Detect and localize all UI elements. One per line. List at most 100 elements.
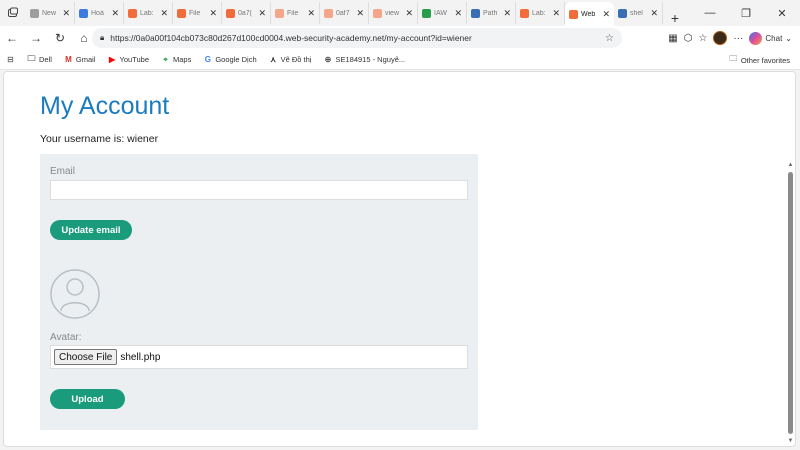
- close-tab-icon[interactable]: ✕: [356, 8, 364, 19]
- bookmark-label: YouTube: [119, 55, 149, 64]
- other-favorites-label: Other favorites: [740, 55, 790, 65]
- avatar-file-input[interactable]: Choose File shell.php: [50, 345, 468, 369]
- drive-icon: [422, 8, 431, 18]
- close-tab-icon[interactable]: ✕: [454, 8, 462, 19]
- scrollbar[interactable]: ▲ ▼: [786, 72, 795, 446]
- refresh-button[interactable]: ↻: [48, 26, 72, 50]
- browser-tab[interactable]: 0af7 ✕: [320, 2, 369, 24]
- url-text: https://0a0a00f104cb073c80d267d100cd0004…: [110, 33, 472, 43]
- bookmark-label: Gmail: [75, 55, 96, 64]
- tab-label: shel: [630, 9, 643, 17]
- collections-icon: ⊟: [7, 55, 14, 64]
- browser-tab[interactable]: view ✕: [369, 2, 418, 24]
- scroll-thumb[interactable]: [788, 172, 793, 434]
- refresh-icon: ↻: [54, 31, 66, 45]
- home-icon: ⌂: [80, 31, 88, 45]
- browser-tab[interactable]: Path ✕: [467, 2, 516, 24]
- browser-tab[interactable]: Lab: ✕: [516, 2, 565, 24]
- favorite-star-icon[interactable]: ☆: [605, 33, 614, 44]
- choose-file-button[interactable]: Choose File: [54, 349, 118, 365]
- folder-icon: 🗀: [729, 54, 738, 63]
- close-tab-icon[interactable]: ✕: [503, 8, 511, 19]
- tab-label: Lab:: [532, 9, 546, 17]
- close-tab-icon[interactable]: ✕: [602, 9, 610, 20]
- graph-icon: ⋏: [270, 55, 277, 64]
- close-tab-icon[interactable]: ✕: [650, 8, 658, 19]
- close-tab-icon[interactable]: ✕: [62, 8, 70, 19]
- restore-button[interactable]: ❐: [728, 0, 764, 26]
- page-title: My Account: [40, 92, 170, 120]
- browser-tab[interactable]: File ✕: [271, 2, 320, 24]
- forward-button[interactable]: →: [24, 26, 48, 50]
- upload-button[interactable]: Upload: [50, 389, 125, 409]
- portswigger-icon: [520, 8, 529, 18]
- browser-tab[interactable]: Lab: ✕: [124, 2, 173, 24]
- tab-actions-button[interactable]: [0, 0, 26, 26]
- page-icon: [30, 8, 39, 18]
- close-tab-icon[interactable]: ✕: [405, 8, 413, 19]
- sparkle-icon: [79, 8, 88, 18]
- close-tab-icon[interactable]: ✕: [160, 8, 168, 19]
- tab-label: Path: [483, 9, 498, 17]
- avatar-label: Avatar:: [50, 332, 82, 343]
- back-button[interactable]: ←: [0, 26, 24, 50]
- extensions-icon[interactable]: ⬡: [684, 33, 693, 44]
- username-text: Your username is: wiener: [40, 133, 159, 145]
- bookmark-item[interactable]: M Gmail: [64, 55, 96, 64]
- bookmark-item[interactable]: ⌖ Maps: [161, 55, 191, 65]
- portswigger-icon: [226, 8, 235, 18]
- bookmarks-bar: ⊟ 🗀 Dell M Gmail ▶ YouTube ⌖ Maps G Google Dịch ⋏ V…: [0, 50, 800, 70]
- more-menu-icon[interactable]: ···: [733, 33, 743, 44]
- browser-tab[interactable]: File ✕: [173, 2, 222, 24]
- page-viewport: My Account Your username is: wiener Emai…: [3, 71, 796, 447]
- browser-tab[interactable]: Web ✕: [565, 2, 614, 26]
- close-tab-icon[interactable]: ✕: [552, 8, 560, 19]
- tab-label: File: [287, 9, 299, 17]
- arrow-left-icon: ←: [6, 31, 18, 45]
- close-tab-icon[interactable]: ✕: [209, 8, 217, 19]
- browser-tab[interactable]: shel ✕: [614, 2, 663, 24]
- favorites-icon[interactable]: ☆: [698, 33, 707, 44]
- folder-icon: 🗀: [27, 53, 36, 63]
- copilot-chat-button[interactable]: Chat ⌄: [749, 31, 792, 45]
- bookmark-item[interactable]: G Google Dịch: [203, 55, 257, 64]
- new-tab-button[interactable]: +: [663, 10, 687, 26]
- browser-tab[interactable]: IAW ✕: [418, 2, 467, 24]
- bookmark-list: 🗀 Dell M Gmail ▶ YouTube ⌖ Maps G Google Dịch ⋏ Vẽ …: [27, 53, 417, 65]
- other-favorites[interactable]: 🗀 Other favorites: [729, 50, 790, 70]
- minimize-button[interactable]: —: [692, 0, 728, 26]
- scroll-down-arrow-icon[interactable]: ▼: [786, 436, 795, 446]
- portswigger-icon: [275, 8, 284, 18]
- translate-icon: G: [204, 55, 211, 64]
- window-controls: — ❐ ✕: [692, 0, 800, 26]
- chevron-down-icon: ⌄: [785, 33, 792, 43]
- close-window-button[interactable]: ✕: [764, 0, 800, 26]
- bookmark-item[interactable]: 🗀 Dell: [27, 53, 52, 65]
- bookmark-item[interactable]: ⋏ Vẽ Đồ thị: [269, 55, 312, 64]
- collections-button[interactable]: ⊟: [6, 55, 15, 64]
- qr-icon[interactable]: ▦: [668, 33, 677, 44]
- lock-icon: 🔒︎: [100, 33, 105, 42]
- tab-label: 0a7(: [238, 9, 253, 17]
- bookmark-label: SE184915 - Nguyê...: [335, 55, 406, 64]
- profile-avatar[interactable]: [713, 31, 728, 45]
- update-email-button[interactable]: Update email: [50, 220, 132, 240]
- tab-label: IAW: [434, 9, 447, 17]
- scroll-up-arrow-icon[interactable]: ▲: [786, 160, 795, 170]
- bookmark-item[interactable]: ▶ YouTube: [108, 55, 149, 64]
- browser-tab[interactable]: 0a7( ✕: [222, 2, 271, 24]
- github-icon: [471, 8, 480, 18]
- close-tab-icon[interactable]: ✕: [258, 8, 266, 19]
- youtube-icon: ▶: [108, 55, 116, 64]
- tab-label: 0af7: [336, 9, 350, 17]
- bookmark-label: Vẽ Đồ thị: [280, 55, 312, 64]
- close-tab-icon[interactable]: ✕: [111, 8, 119, 19]
- email-input[interactable]: [50, 180, 468, 200]
- portswigger-icon: [128, 8, 137, 18]
- address-bar[interactable]: 🔒︎ https://0a0a00f104cb073c80d267d100cd0…: [92, 28, 622, 48]
- browser-tab[interactable]: New ✕: [26, 2, 75, 24]
- browser-tab[interactable]: Hoà ✕: [75, 2, 124, 24]
- tab-label: Web: [581, 10, 596, 18]
- bookmark-item[interactable]: ⊕ SE184915 - Nguyê...: [323, 55, 406, 64]
- close-tab-icon[interactable]: ✕: [307, 8, 315, 19]
